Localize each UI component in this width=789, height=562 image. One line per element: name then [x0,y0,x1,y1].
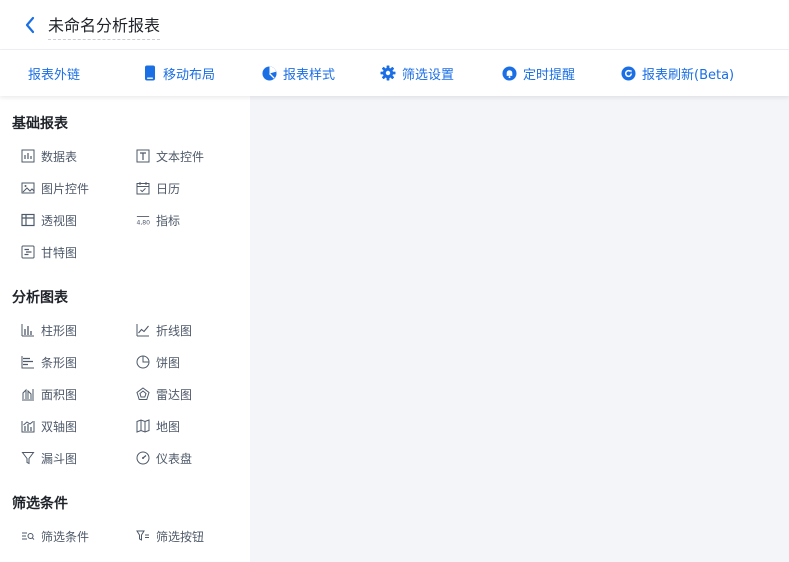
pie-style-icon [262,65,277,81]
component-label: 面积图 [41,387,78,402]
bar-chart-icon [21,355,35,369]
chevron-left-icon [25,16,35,34]
component-image-control[interactable]: 图片控件 [21,178,89,198]
filter-condition-icon [21,529,35,543]
map-icon [136,419,150,433]
bell-icon [502,65,517,81]
metric-icon: 4,80 [136,213,150,227]
area-chart-icon [21,387,35,401]
radar-chart-icon [136,387,150,401]
component-radar-chart[interactable]: 雷达图 [136,384,192,404]
report-refresh-button[interactable]: 报表刷新(Beta) [621,50,734,96]
component-label: 透视图 [41,213,78,228]
funnel-icon [21,451,35,465]
gantt-icon [21,245,35,259]
component-filter-condition[interactable]: 筛选条件 [21,526,89,546]
mobile-layout-button[interactable]: 移动布局 [143,50,215,96]
component-label: 文本控件 [156,149,205,164]
toolbar-label: 报表样式 [283,67,336,83]
filter-button-icon [136,529,150,543]
component-label: 甘特图 [41,245,78,260]
line-chart-icon [136,323,150,337]
component-label: 双轴图 [41,419,78,434]
component-label: 图片控件 [41,181,90,196]
component-sidebar: 基础报表 数据表 文本控件 图片控件 日历 透视图 4,80 指标 甘特图 分析… [0,96,250,562]
component-gauge[interactable]: 仪表盘 [136,448,192,468]
gauge-icon [136,451,150,465]
component-column-chart[interactable]: 柱形图 [21,320,77,340]
component-label: 折线图 [156,323,193,338]
gear-icon [380,65,396,81]
refresh-icon [621,65,636,81]
component-dual-axis-chart[interactable]: 双轴图 [21,416,77,436]
component-label: 条形图 [41,355,78,370]
component-label: 日历 [156,181,181,196]
report-style-button[interactable]: 报表样式 [262,50,335,96]
toolbar-label: 定时提醒 [523,67,576,83]
report-external-link-button[interactable]: 报表外链 [28,50,80,96]
component-label: 地图 [156,419,181,434]
toolbar-label: 筛选设置 [402,67,455,83]
component-area-chart[interactable]: 面积图 [21,384,77,404]
component-calendar[interactable]: 日历 [136,178,180,198]
component-map[interactable]: 地图 [136,416,180,436]
component-pie-chart[interactable]: 饼图 [136,352,180,372]
component-funnel-chart[interactable]: 漏斗图 [21,448,77,468]
toolbar-label: 移动布局 [163,67,216,83]
component-line-chart[interactable]: 折线图 [136,320,192,340]
component-label: 雷达图 [156,387,193,402]
component-data-table[interactable]: 数据表 [21,146,77,166]
toolbar: 报表外链 移动布局 报表样式 筛选设置 定时提醒 报表刷新(Beta) [0,50,789,96]
mobile-icon [145,65,155,81]
back-button[interactable] [20,14,40,36]
data-table-icon [21,149,35,163]
report-canvas[interactable] [250,96,789,562]
component-label: 柱形图 [41,323,78,338]
component-label: 仪表盘 [156,451,193,466]
toolbar-label: 报表外链 [28,67,81,83]
calendar-icon [136,181,150,195]
component-filter-button[interactable]: 筛选按钮 [136,526,204,546]
component-gantt[interactable]: 甘特图 [21,242,77,262]
toolbar-label: 报表刷新(Beta) [642,67,735,83]
component-label: 筛选按钮 [156,529,205,544]
header-bar: 未命名分析报表 [0,0,789,50]
report-title[interactable]: 未命名分析报表 [48,14,161,40]
component-pivot[interactable]: 透视图 [21,210,77,230]
component-text-control[interactable]: 文本控件 [136,146,204,166]
section-title-analysis-charts: 分析图表 [12,290,68,306]
component-metric[interactable]: 4,80 指标 [136,210,180,230]
scheduled-reminder-button[interactable]: 定时提醒 [502,50,575,96]
text-control-icon [136,149,150,163]
component-label: 漏斗图 [41,451,78,466]
image-control-icon [21,181,35,195]
pivot-icon [21,213,35,227]
filter-settings-button[interactable]: 筛选设置 [380,50,454,96]
dual-axis-icon [21,419,35,433]
section-title-filter-conditions: 筛选条件 [12,496,68,512]
section-title-basic-reports: 基础报表 [12,116,68,132]
component-label: 数据表 [41,149,78,164]
pie-chart-icon [136,355,150,369]
component-bar-chart[interactable]: 条形图 [21,352,77,372]
component-label: 指标 [156,213,181,228]
column-chart-icon [21,323,35,337]
component-label: 筛选条件 [41,529,90,544]
svg-text:4,80: 4,80 [136,219,150,226]
component-label: 饼图 [156,355,181,370]
